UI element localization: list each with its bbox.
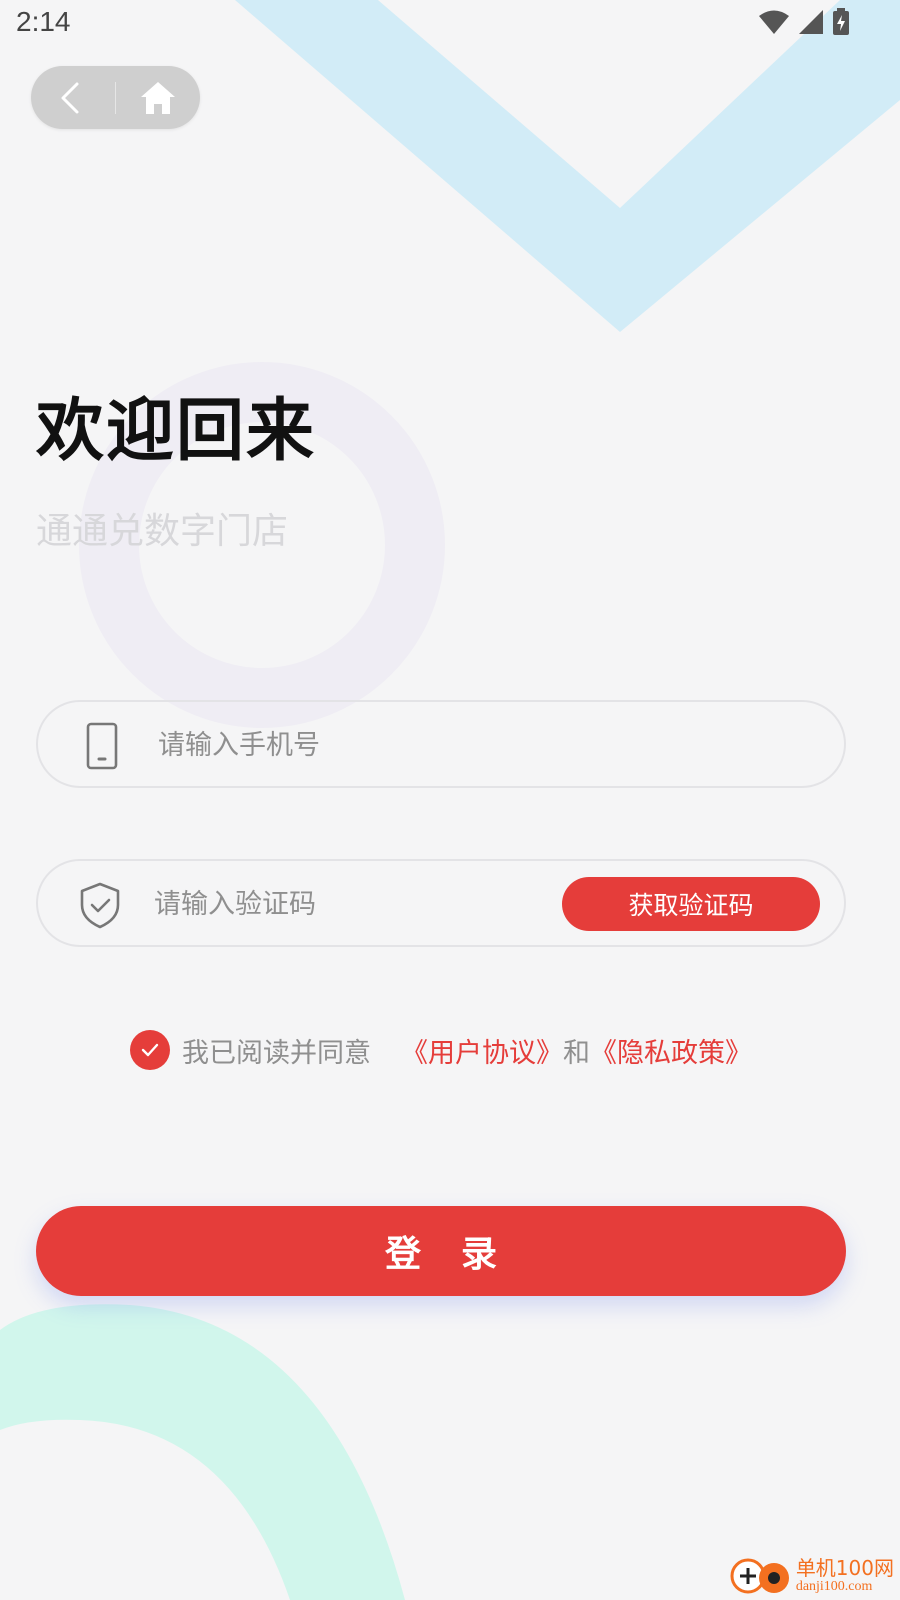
shield-check-icon (80, 882, 120, 929)
agreement-checkbox[interactable] (130, 1030, 170, 1070)
status-icons (758, 8, 850, 36)
get-code-button[interactable]: 获取验证码 (562, 877, 820, 931)
status-bar: 2:14 (0, 0, 900, 50)
welcome-title: 欢迎回来 (36, 392, 317, 471)
agreement-conjunction: 和 (563, 1037, 590, 1069)
verification-code-input[interactable] (152, 879, 536, 929)
verification-code-field: 获取验证码 (36, 859, 846, 947)
status-time: 2:14 (16, 6, 71, 37)
agreement-prefix: 我已阅读并同意 (182, 1037, 371, 1069)
phone-icon (86, 722, 118, 770)
arc-decoration (0, 1304, 405, 1600)
battery-icon (833, 8, 849, 35)
background-decoration (0, 0, 900, 1600)
wifi-icon (759, 10, 789, 34)
watermark-logo-icon (730, 1558, 789, 1594)
phone-field (36, 700, 846, 788)
nav-divider (115, 82, 116, 114)
user-agreement-link[interactable]: 《用户协议》 (401, 1031, 563, 1070)
phone-input[interactable] (156, 720, 800, 770)
check-icon (141, 1043, 159, 1057)
privacy-policy-link[interactable]: 《隐私政策》 (590, 1031, 752, 1070)
site-watermark: 单机100网 danji100.com (730, 1556, 894, 1596)
agreement-row: 我已阅读并同意 《用户协议》 和 《隐私政策》 (130, 1028, 752, 1072)
chevron-left-icon[interactable] (53, 80, 89, 116)
watermark-url: danji100.com (795, 1579, 873, 1594)
watermark-name: 单机100网 (795, 1556, 894, 1580)
signal-icon (799, 10, 823, 34)
welcome-subtitle: 通通兑数字门店 (36, 511, 289, 552)
home-icon[interactable] (138, 78, 178, 118)
nav-capsule (31, 66, 200, 129)
login-button[interactable]: 登录 (36, 1206, 846, 1296)
